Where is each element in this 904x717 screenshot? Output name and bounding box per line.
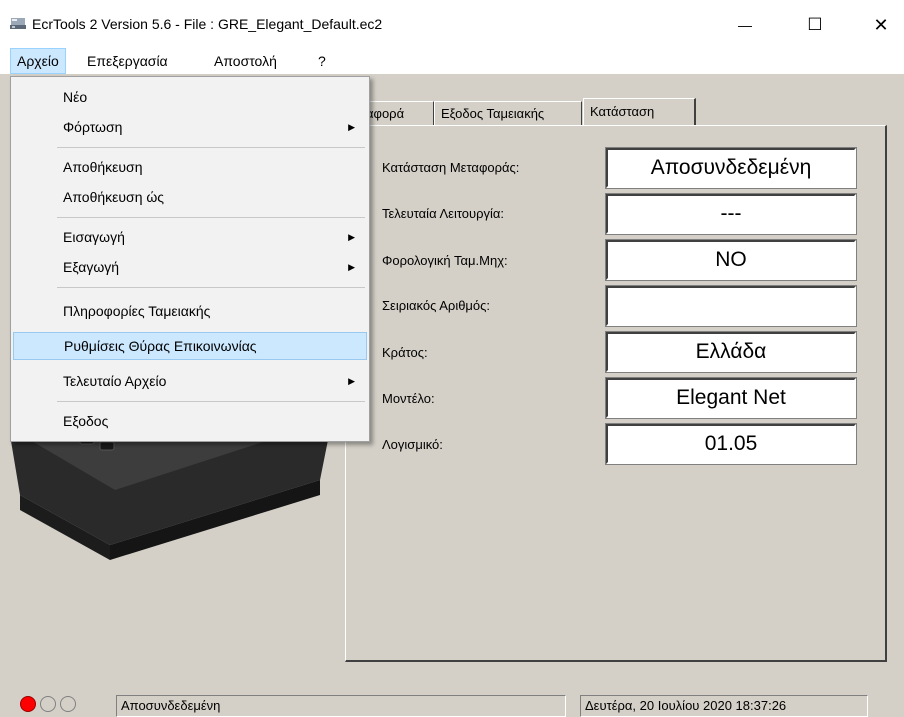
menu-item-label: Εξοδος [63, 413, 109, 429]
menu-item-save[interactable]: Αποθήκευση [13, 153, 367, 181]
menu-item-exit[interactable]: Εξοδος [13, 407, 367, 435]
menu-separator [57, 401, 365, 402]
minimize-button[interactable]: — [722, 8, 768, 42]
fiscal-register-label: Φορολογική Ταμ.Μηχ: [382, 253, 508, 268]
menu-item-export[interactable]: Εξαγωγή ▶ [13, 253, 367, 281]
submenu-arrow-icon: ▶ [348, 232, 355, 242]
menu-item-label: Νέο [63, 89, 88, 105]
connection-status-text: Αποσυνδεδεμένη [116, 695, 566, 717]
menu-item-new[interactable]: Νέο [13, 83, 367, 111]
serial-number-label: Σειριακός Αριθμός: [382, 298, 491, 313]
tab-status[interactable]: Κατάσταση [583, 98, 696, 126]
connection-led-icon [60, 696, 76, 712]
menu-item-load[interactable]: Φόρτωση ▶ [13, 113, 367, 141]
close-icon: ✕ [873, 14, 889, 35]
status-bar: Αποσυνδεδεμένη Δευτέρα, 20 Ιουλίου 2020 … [0, 690, 904, 717]
submenu-arrow-icon: ▶ [348, 122, 355, 132]
menu-item-import[interactable]: Εισαγωγή ▶ [13, 223, 367, 251]
submenu-arrow-icon: ▶ [348, 376, 355, 386]
connection-led-red-icon [20, 696, 36, 712]
minimize-icon: — [738, 17, 752, 33]
app-icon [10, 18, 26, 29]
serial-number-value [605, 285, 857, 327]
software-label: Λογισμικό: [382, 437, 443, 452]
tab-cash-output[interactable]: Εξοδος Ταμειακής [434, 101, 582, 125]
connection-led-icon [40, 696, 56, 712]
menu-separator [57, 217, 365, 218]
menu-item-label: Εισαγωγή [63, 229, 125, 245]
submenu-arrow-icon: ▶ [348, 262, 355, 272]
menu-item-label: Φόρτωση [63, 119, 123, 135]
menu-separator [57, 287, 365, 288]
model-value: Elegant Net [605, 377, 857, 419]
software-value: 01.05 [605, 423, 857, 465]
menu-separator [57, 147, 365, 148]
model-label: Μοντέλο: [382, 391, 435, 406]
menu-item-register-info[interactable]: Πληροφορίες Ταμειακής [13, 297, 367, 325]
transfer-status-label: Κατάσταση Μεταφοράς: [382, 160, 520, 175]
menu-item-label: Αποθήκευση [63, 159, 143, 175]
menu-item-label: Τελευταίο Αρχείο [63, 373, 167, 389]
fiscal-register-value: ΝΟ [605, 239, 857, 281]
last-operation-label: Τελευταία Λειτουργία: [382, 206, 505, 221]
menu-file[interactable]: Αρχείο [10, 48, 66, 74]
close-button[interactable]: ✕ [858, 8, 904, 42]
maximize-icon: ☐ [807, 15, 823, 34]
menu-send[interactable]: Αποστολή [208, 48, 283, 74]
country-label: Κράτος: [382, 345, 428, 360]
transfer-status-value: Αποσυνδεδεμένη [605, 147, 857, 189]
datetime-text: Δευτέρα, 20 Ιουλίου 2020 18:37:26 [580, 695, 868, 717]
maximize-button[interactable]: ☐ [792, 8, 838, 42]
menu-item-label: Πληροφορίες Ταμειακής [63, 303, 211, 319]
menu-item-label: Ρυθμίσεις Θύρας Επικοινωνίας [64, 338, 257, 354]
menu-item-save-as[interactable]: Αποθήκευση ώς [13, 183, 367, 211]
menu-item-port-settings[interactable]: Ρυθμίσεις Θύρας Επικοινωνίας [13, 332, 367, 360]
menu-edit[interactable]: Επεξεργασία [81, 48, 174, 74]
menu-item-recent-file[interactable]: Τελευταίο Αρχείο ▶ [13, 367, 367, 395]
country-value: Ελλάδα [605, 331, 857, 373]
menu-item-label: Αποθήκευση ώς [63, 189, 165, 205]
menu-bar: Αρχείο Επεξεργασία Αποστολή ? [0, 48, 904, 74]
menu-help[interactable]: ? [312, 48, 332, 74]
menu-item-label: Εξαγωγή [63, 259, 120, 275]
last-operation-value: --- [605, 193, 857, 235]
window-title: EcrTools 2 Version 5.6 - File : GRE_Eleg… [32, 16, 383, 32]
tab-transfer[interactable]: αφορά [360, 101, 434, 125]
file-menu-dropdown: Νέο Φόρτωση ▶ Αποθήκευση Αποθήκευση ώς Ε… [10, 76, 370, 442]
title-bar: EcrTools 2 Version 5.6 - File : GRE_Eleg… [0, 0, 904, 48]
